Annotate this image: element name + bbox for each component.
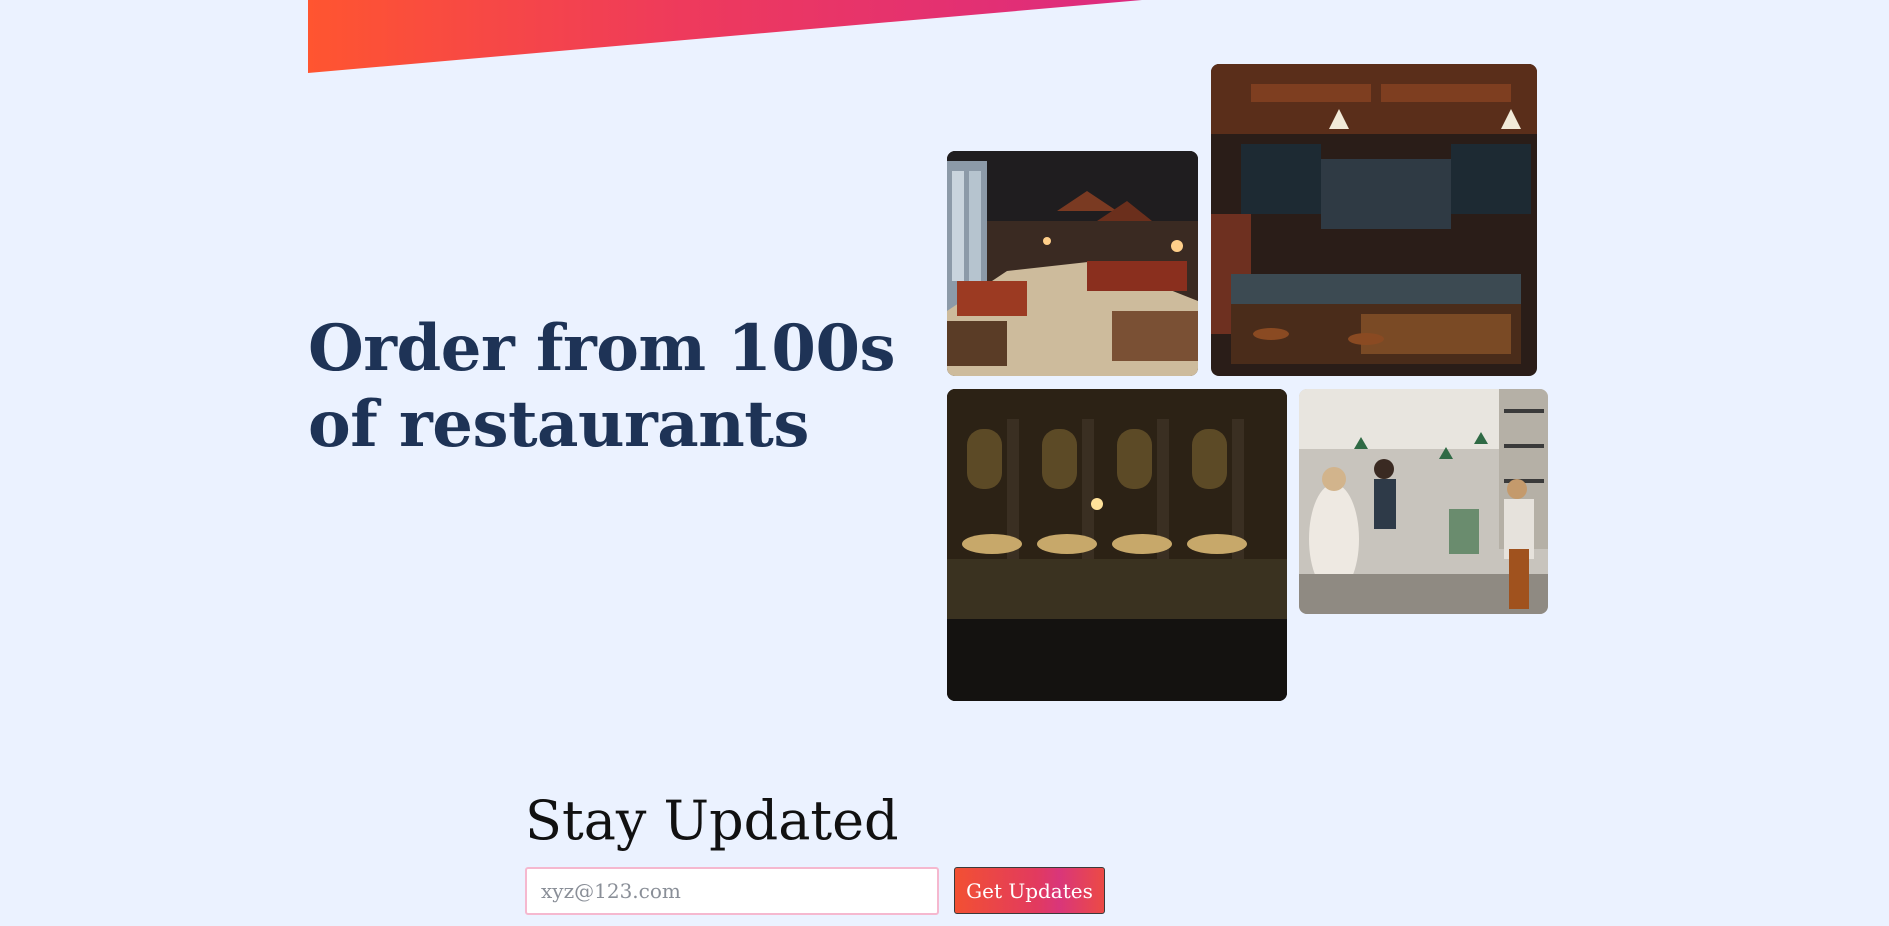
busy-cafe-photo: [1299, 389, 1548, 614]
hero-headline: Order from 100s of restaurants: [308, 311, 896, 462]
decorative-gradient-banner: [308, 0, 1142, 73]
outdoor-dining-photo: [947, 389, 1287, 701]
get-updates-button[interactable]: Get Updates: [954, 867, 1105, 914]
bar-counter-photo: [1211, 64, 1537, 376]
restaurant-interior-photo: [947, 151, 1198, 376]
newsletter-title: Stay Updated: [525, 789, 899, 852]
email-input[interactable]: [525, 867, 939, 915]
page: Order from 100s of restaurants Stay Upda…: [0, 0, 1889, 926]
